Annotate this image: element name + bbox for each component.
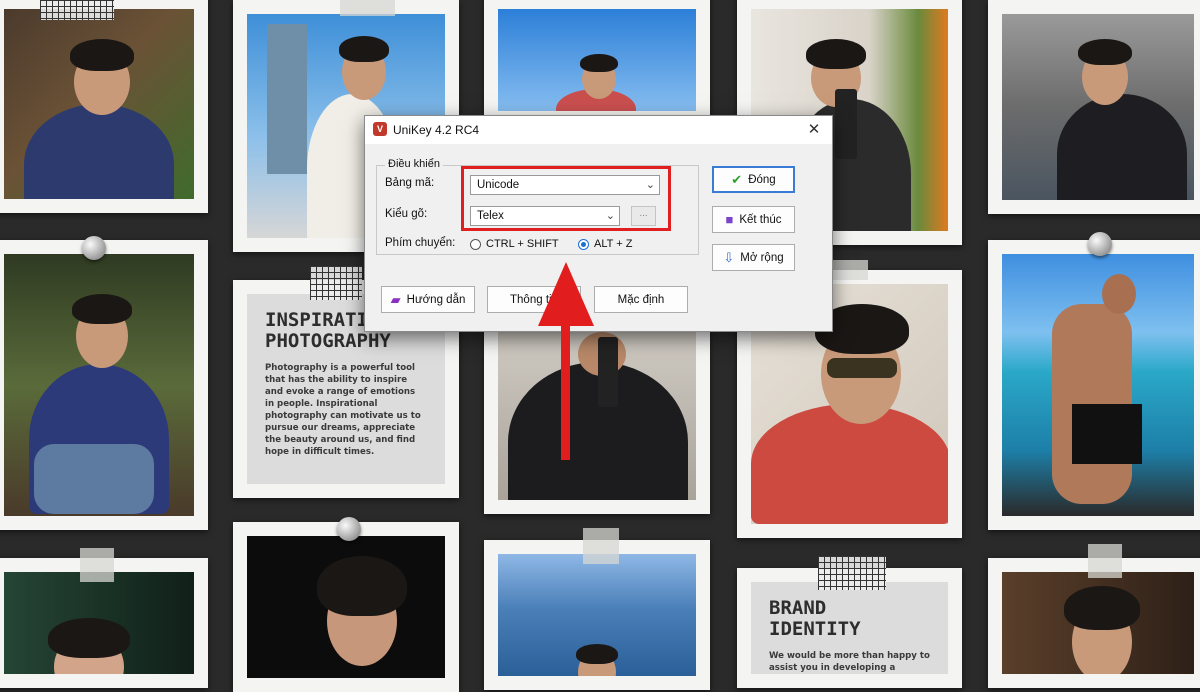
radio-ctrl-shift[interactable]: CTRL + SHIFT xyxy=(470,238,559,250)
guide-button[interactable]: ▰ Hướng dẫn xyxy=(381,286,475,313)
radio-circle xyxy=(470,238,481,250)
tape xyxy=(1088,544,1122,578)
photo xyxy=(1002,14,1194,200)
group-label: Điều khiển xyxy=(385,158,443,170)
radio-label: CTRL + SHIFT xyxy=(486,238,559,250)
photo-card xyxy=(988,240,1200,530)
close-button[interactable]: ✔ Đóng xyxy=(712,166,795,193)
checkmark-icon: ✔ xyxy=(731,171,743,187)
photo xyxy=(4,572,194,674)
button-label: Kết thúc xyxy=(739,213,782,226)
default-button[interactable]: Mặc định xyxy=(594,286,688,313)
exit-button[interactable]: ■ Kết thúc xyxy=(712,206,795,233)
photo-card xyxy=(233,522,459,692)
button-label: Đóng xyxy=(748,173,776,186)
button-label: Mặc định xyxy=(617,293,665,306)
window-title: UniKey 4.2 RC4 xyxy=(393,123,480,137)
photo-card xyxy=(988,0,1200,214)
photo-card xyxy=(0,240,208,530)
photo-wall: INSPIRATIONAL PHOTOGRAPHY Photography is… xyxy=(0,0,1200,692)
photo xyxy=(4,254,194,516)
card-title: BRAND IDENTITY xyxy=(769,597,861,640)
photo-card xyxy=(484,318,710,514)
charset-label: Bảng mã: xyxy=(385,177,435,189)
photo xyxy=(1002,254,1194,516)
quote-card-body: BRAND IDENTITY We would be more than hap… xyxy=(751,582,948,674)
photo xyxy=(4,9,194,199)
photo-card xyxy=(484,0,710,125)
switch-key-label: Phím chuyển: xyxy=(385,237,456,249)
expand-button[interactable]: ⇩ Mở rộng xyxy=(712,244,795,271)
photo xyxy=(498,554,696,676)
radio-circle-selected xyxy=(578,238,589,250)
arrow-shaft xyxy=(561,300,570,460)
card-text: We would be more than happy to assist yo… xyxy=(769,651,930,673)
highlight-box xyxy=(461,166,671,231)
pin xyxy=(82,236,106,260)
close-window-button[interactable]: ✕ xyxy=(796,116,832,144)
tape xyxy=(80,548,114,582)
photo xyxy=(247,536,445,678)
photo xyxy=(1002,572,1194,674)
photo xyxy=(498,332,696,500)
tape xyxy=(310,266,362,300)
photo-card xyxy=(0,0,208,213)
tape xyxy=(340,0,395,16)
unikey-app-icon: V xyxy=(373,122,387,136)
tape xyxy=(818,556,886,590)
tape xyxy=(583,528,619,564)
tape xyxy=(40,0,114,20)
photo xyxy=(498,9,696,111)
radio-alt-z[interactable]: ALT + Z xyxy=(578,238,632,250)
input-method-label: Kiểu gõ: xyxy=(385,208,428,220)
arrow-down-icon: ⇩ xyxy=(723,249,735,265)
button-label: Hướng dẫn xyxy=(406,293,466,306)
title-bar: V UniKey 4.2 RC4 ✕ xyxy=(365,116,832,144)
radio-label: ALT + Z xyxy=(594,238,633,250)
pin xyxy=(1088,232,1112,256)
exit-icon: ■ xyxy=(725,212,734,227)
tape xyxy=(832,260,868,280)
card-text: Photography is a powerful tool that has … xyxy=(265,363,421,457)
book-icon: ▰ xyxy=(390,291,401,307)
pin xyxy=(337,517,361,541)
button-label: Mở rộng xyxy=(740,251,784,264)
